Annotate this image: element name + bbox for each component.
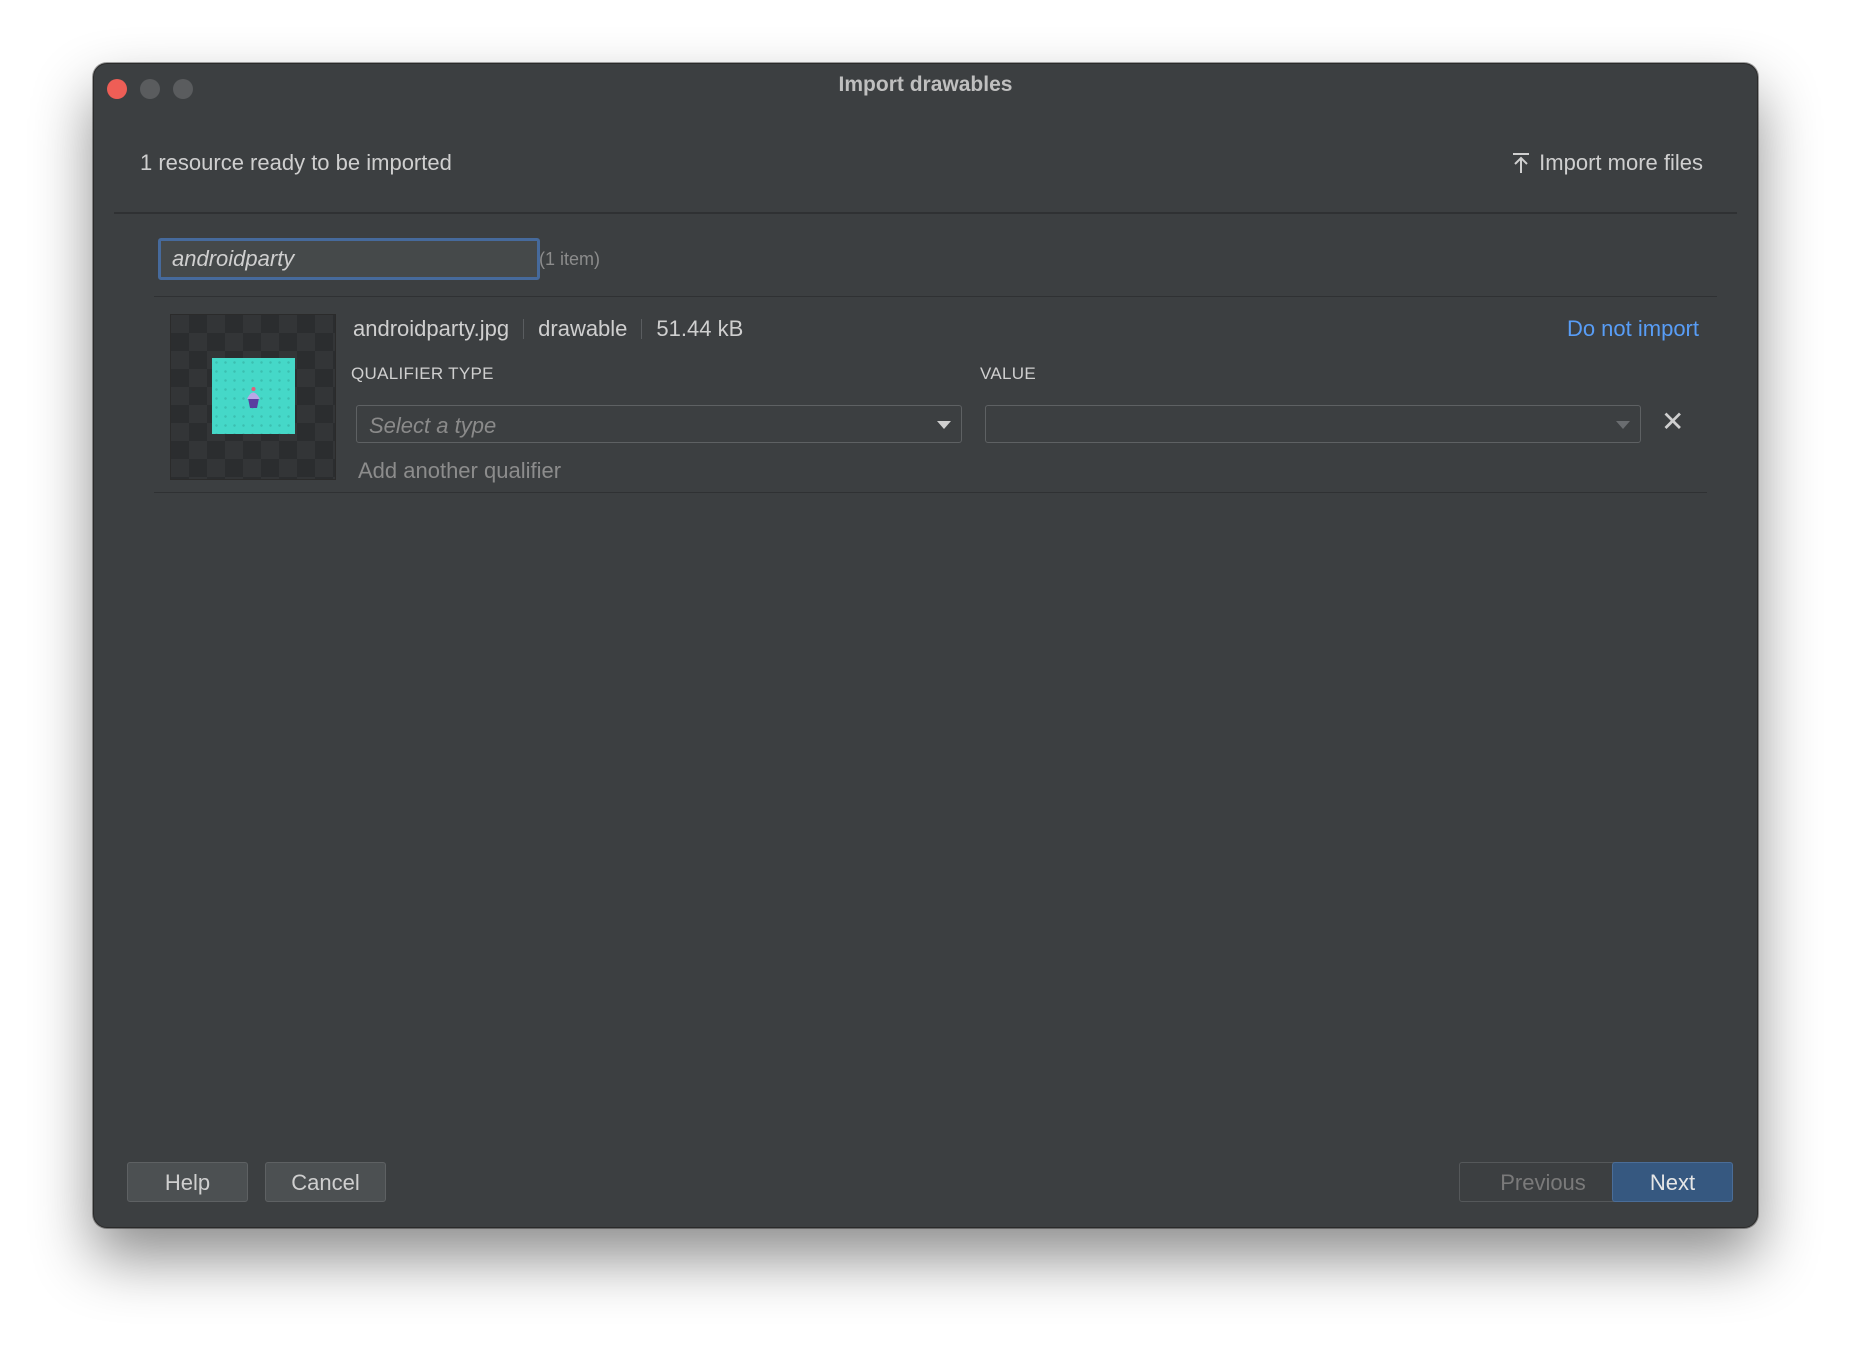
value-header: VALUE	[980, 364, 1036, 383]
resource-name-input[interactable]	[158, 238, 540, 280]
upload-icon	[1513, 153, 1530, 173]
do-not-import-link[interactable]: Do not import	[1567, 316, 1699, 342]
dropdown-arrow-icon	[937, 421, 951, 429]
resource-thumbnail	[170, 314, 336, 480]
meta-separator	[523, 319, 525, 339]
next-button[interactable]: Next	[1612, 1162, 1733, 1202]
header-divider	[114, 212, 1737, 214]
file-size: 51.44 kB	[656, 316, 744, 341]
cupcake-icon	[247, 387, 260, 408]
cancel-button[interactable]: Cancel	[265, 1162, 386, 1202]
item-divider	[154, 492, 1707, 493]
dropdown-arrow-icon	[1616, 421, 1630, 429]
qualifier-type-placeholder: Select a type	[369, 413, 497, 438]
file-meta: androidparty.jpg drawable 51.44 kB	[353, 316, 743, 342]
qualifier-value-select[interactable]	[985, 405, 1641, 443]
search-divider	[154, 296, 1717, 297]
import-more-files-button[interactable]: Import more files	[1511, 150, 1703, 176]
qualifier-type-header: QUALIFIER TYPE	[351, 364, 494, 383]
resource-type: drawable	[538, 316, 628, 341]
import-more-files-label: Import more files	[1539, 150, 1703, 175]
dialog-title: Import drawables	[838, 73, 1013, 96]
import-drawables-dialog: Import drawables 1 resource ready to be …	[93, 63, 1758, 1228]
previous-button[interactable]: Previous	[1459, 1162, 1627, 1202]
meta-separator	[641, 319, 643, 339]
resource-status-text: 1 resource ready to be imported	[140, 150, 452, 175]
add-another-qualifier-link[interactable]: Add another qualifier	[358, 458, 561, 484]
item-count: (1 item)	[539, 249, 601, 269]
image-preview	[212, 358, 295, 434]
remove-qualifier-close-icon[interactable]: ✕	[1661, 408, 1684, 436]
qualifier-type-select[interactable]: Select a type	[356, 405, 962, 443]
help-button[interactable]: Help	[127, 1162, 248, 1202]
file-name: androidparty.jpg	[353, 316, 510, 341]
title-bar: Import drawables	[94, 64, 1757, 108]
